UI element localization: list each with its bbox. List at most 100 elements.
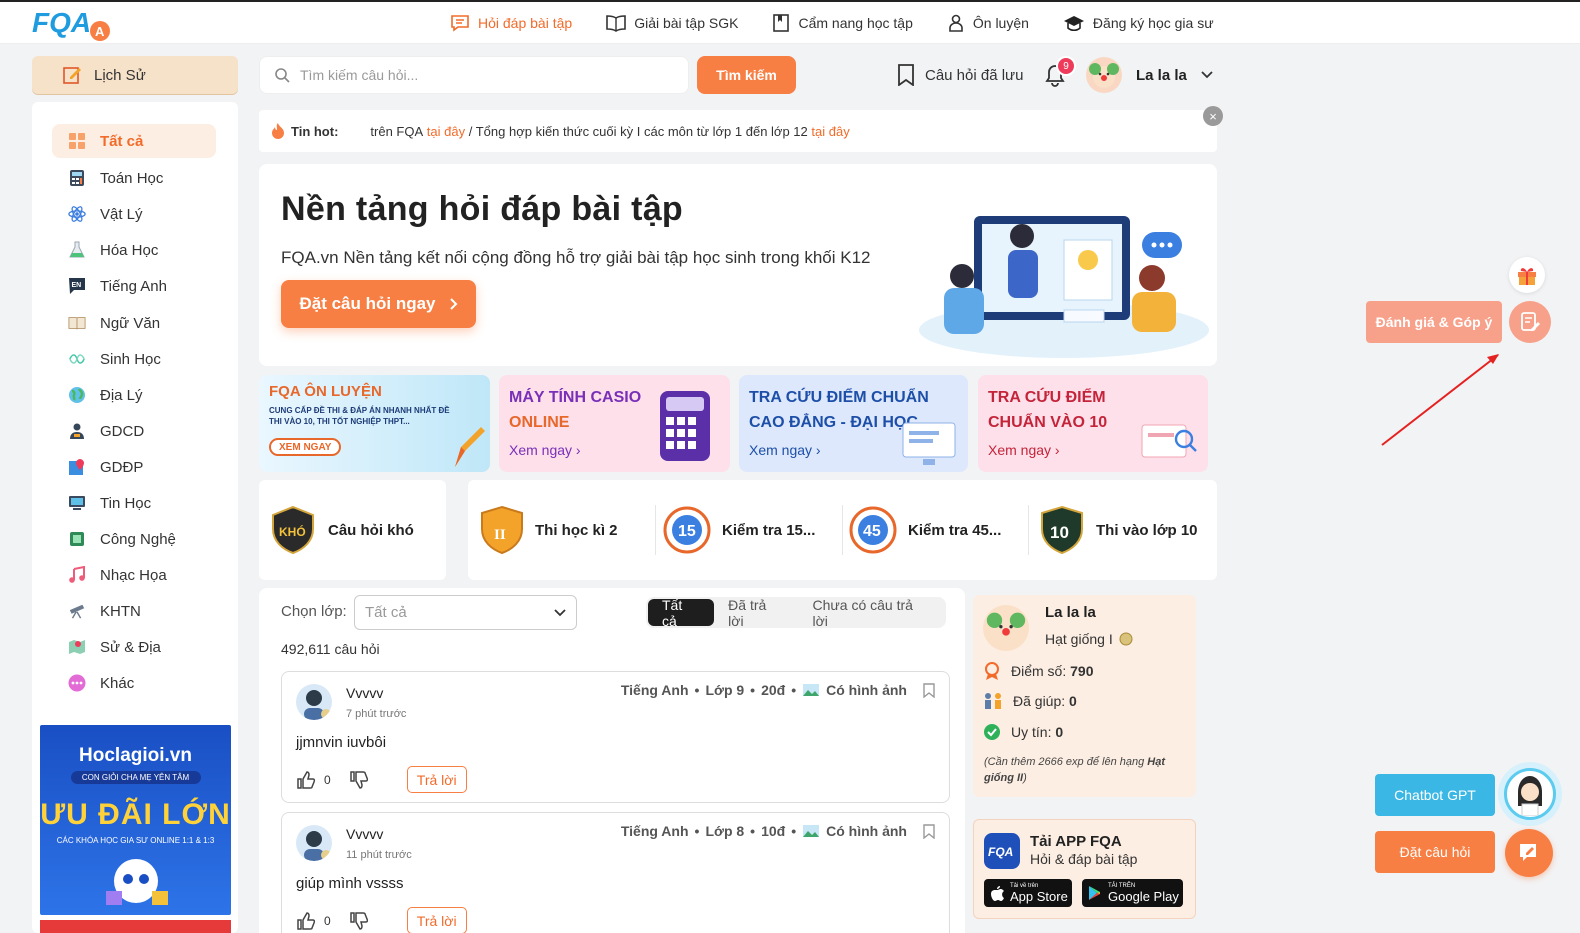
app-subtitle: Hỏi & đáp bài tập — [1030, 851, 1138, 867]
sidebar-item-label: Toán Học — [100, 169, 164, 187]
sidebar-item-vat-ly[interactable]: Vật Lý — [52, 197, 216, 231]
question-card[interactable]: Vvvvv 7 phút trước Tiếng Anh • Lớp 9 • 20đ • … — [281, 671, 950, 803]
nav-giai-bai-tap[interactable]: Giải bài tập SGK — [606, 12, 738, 34]
profile-trust: Uy tín: 0 — [983, 723, 1063, 741]
chatbot-button[interactable] — [1498, 762, 1562, 826]
tab-unanswered[interactable]: Chưa có câu trả lời — [799, 597, 944, 629]
search-input[interactable] — [300, 67, 660, 83]
sidebar-item-label: Sinh Học — [100, 350, 161, 368]
hard-question-link[interactable]: KHÓ Câu hỏi khó — [268, 505, 414, 555]
ad-banner-2[interactable] — [40, 920, 231, 933]
exam-semester-2[interactable]: II Thi học kì 2 — [479, 505, 618, 555]
close-news-button[interactable]: × — [1203, 106, 1223, 126]
sidebar-item-label: Tin Học — [100, 494, 152, 512]
image-icon — [803, 825, 820, 837]
question-body[interactable]: jjmnvin iuvbôi — [296, 734, 386, 751]
nav-hoi-dap[interactable]: Hỏi đáp bài tập — [450, 12, 572, 34]
profile-name[interactable]: La la la — [1045, 604, 1096, 621]
sidebar-item-su-dia[interactable]: Sử & Địa — [52, 630, 216, 664]
sidebar-item-cong-nghe[interactable]: Công Nghệ — [52, 522, 216, 556]
profile-helped: Đã giúp: 0 — [983, 692, 1077, 710]
hard-shield-icon: KHÓ — [272, 505, 314, 555]
sidebar-item-khtn[interactable]: KHTN — [52, 594, 216, 628]
thumbs-down-icon[interactable] — [349, 911, 369, 931]
ask-question-button[interactable] — [1505, 829, 1553, 877]
question-card[interactable]: Vvvvv 11 phút trước Tiếng Anh • Lớp 8 • 10đ •… — [281, 812, 950, 933]
nav-cam-nang[interactable]: Cẩm nang học tập — [772, 12, 913, 34]
sidebar-item-hoa-hoc[interactable]: Hóa Học — [52, 233, 216, 267]
banner-casio[interactable]: MÁY TÍNH CASIO ONLINE Xem ngay › — [499, 375, 730, 472]
sidebar-item-gdcd[interactable]: GDCD — [52, 414, 216, 448]
sidebar-item-label: Sử & Địa — [100, 638, 161, 656]
app-store-button[interactable]: Tải về trên App Store — [984, 879, 1072, 907]
sidebar-item-label: Tất cả — [100, 132, 144, 150]
sidebar-item-ngu-van[interactable]: Ngữ Văn — [52, 306, 216, 340]
news-label: Tin hot: — [291, 123, 339, 139]
helped-value: 0 — [1069, 693, 1077, 709]
thumbs-up-icon[interactable] — [296, 770, 316, 790]
history-button[interactable]: Lịch Sử — [32, 56, 238, 94]
sidebar-item-toan-hoc[interactable]: Toán Học — [52, 161, 216, 195]
exam-15-min[interactable]: 15 Kiểm tra 15... — [662, 505, 815, 555]
nav-label: Hỏi đáp bài tập — [478, 15, 573, 31]
sidebar-item-dia-ly[interactable]: Địa Lý — [52, 378, 216, 412]
reply-button[interactable]: Trả lời — [406, 766, 467, 793]
answer-filter-tabs: Tất cả Đã trả lời Chưa có câu trả lời — [646, 597, 946, 629]
exam-45-min[interactable]: 45 Kiểm tra 45... — [848, 505, 1001, 555]
search-button[interactable]: Tìm kiếm — [697, 56, 796, 94]
sidebar-item-label: Ngữ Văn — [100, 314, 161, 332]
ask-now-button[interactable]: Đặt câu hỏi ngay — [281, 280, 476, 328]
reply-button[interactable]: Trả lời — [406, 907, 467, 933]
chat-icon — [451, 15, 469, 32]
ad-tagline: CON GIỎI CHA MẸ YÊN TÂM — [70, 771, 201, 784]
thumbs-up-icon[interactable] — [296, 911, 316, 931]
book-icon — [606, 15, 626, 32]
thumbs-down-icon[interactable] — [349, 770, 369, 790]
class-select[interactable]: Tất cả — [354, 595, 577, 630]
profile-avatar[interactable] — [983, 605, 1029, 651]
sidebar-item-tat-ca[interactable]: Tất cả — [52, 124, 216, 158]
flask-icon — [68, 241, 86, 259]
gift-button[interactable] — [1509, 257, 1545, 293]
exam-grade-10[interactable]: 10 Thi vào lớp 10 — [1038, 505, 1198, 555]
svg-text:15: 15 — [678, 523, 696, 540]
google-play-icon — [1089, 886, 1100, 900]
news-link-2[interactable]: tại đây — [811, 124, 849, 139]
banner-diem-chuan-10[interactable]: TRA CỨU ĐIỂM CHUẨN VÀO 10 Xem ngay › — [978, 375, 1208, 472]
chatbot-label[interactable]: Chatbot GPT — [1375, 774, 1495, 816]
feedback-button[interactable] — [1509, 301, 1551, 343]
ask-question-label[interactable]: Đặt câu hỏi — [1375, 831, 1495, 873]
user-menu[interactable]: La la la — [1086, 57, 1213, 93]
nav-gia-su[interactable]: Đăng ký học gia sư — [1063, 12, 1214, 34]
svg-text:KHÓ: KHÓ — [279, 524, 306, 539]
sidebar-item-khac[interactable]: Khác — [52, 666, 216, 700]
badge-45-icon: 45 — [849, 506, 897, 554]
nav-on-luyen[interactable]: Ôn luyện — [947, 12, 1029, 34]
question-author[interactable]: Vvvvv — [346, 826, 383, 842]
feedback-label[interactable]: Đánh giá & Góp ý — [1366, 301, 1502, 343]
exam-label: Kiểm tra 45... — [908, 521, 1002, 539]
saved-questions-link[interactable]: Câu hỏi đã lưu — [897, 64, 1023, 86]
sidebar-item-gddp[interactable]: GDĐP — [52, 450, 216, 484]
google-play-button[interactable]: TẢI TRÊN Google Play — [1082, 879, 1183, 907]
telescope-icon — [68, 602, 86, 620]
banner-on-luyen[interactable]: FQA ÔN LUYỆN CUNG CẤP ĐỀ THI & ĐÁP ÁN NH… — [259, 375, 490, 472]
question-author[interactable]: Vvvvv — [346, 685, 383, 701]
hoclagioi-ad-banner[interactable]: Hoclagioi.vn CON GIỎI CHA MẸ YÊN TÂM ƯU … — [40, 725, 231, 915]
tab-answered[interactable]: Đã trả lời — [714, 597, 798, 629]
fqa-logo[interactable]: FQA A — [30, 4, 114, 44]
svg-text:II: II — [494, 527, 506, 543]
bookmark-icon[interactable] — [923, 824, 935, 839]
banner-2-title: MÁY TÍNH CASIO ONLINE — [509, 389, 642, 431]
sidebar-item-sinh-hoc[interactable]: Sinh Học — [52, 342, 216, 376]
sidebar-item-tin-hoc[interactable]: Tin Học — [52, 486, 216, 520]
banner-diem-chuan-dh[interactable]: TRA CỨU ĐIỂM CHUẨN CAO ĐẲNG - ĐẠI HỌC Xem… — [739, 375, 968, 472]
pencil-illustration-icon — [455, 427, 485, 467]
news-link-1[interactable]: tại đây — [427, 124, 465, 139]
sidebar-item-nhac-hoa[interactable]: Nhạc Họa — [52, 558, 216, 592]
score-value: 790 — [1070, 663, 1094, 679]
question-body[interactable]: giúp mình vssss — [296, 875, 404, 892]
sidebar-item-tieng-anh[interactable]: EN Tiếng Anh — [52, 269, 216, 303]
tab-all[interactable]: Tất cả — [648, 597, 715, 629]
bookmark-icon[interactable] — [923, 683, 935, 698]
